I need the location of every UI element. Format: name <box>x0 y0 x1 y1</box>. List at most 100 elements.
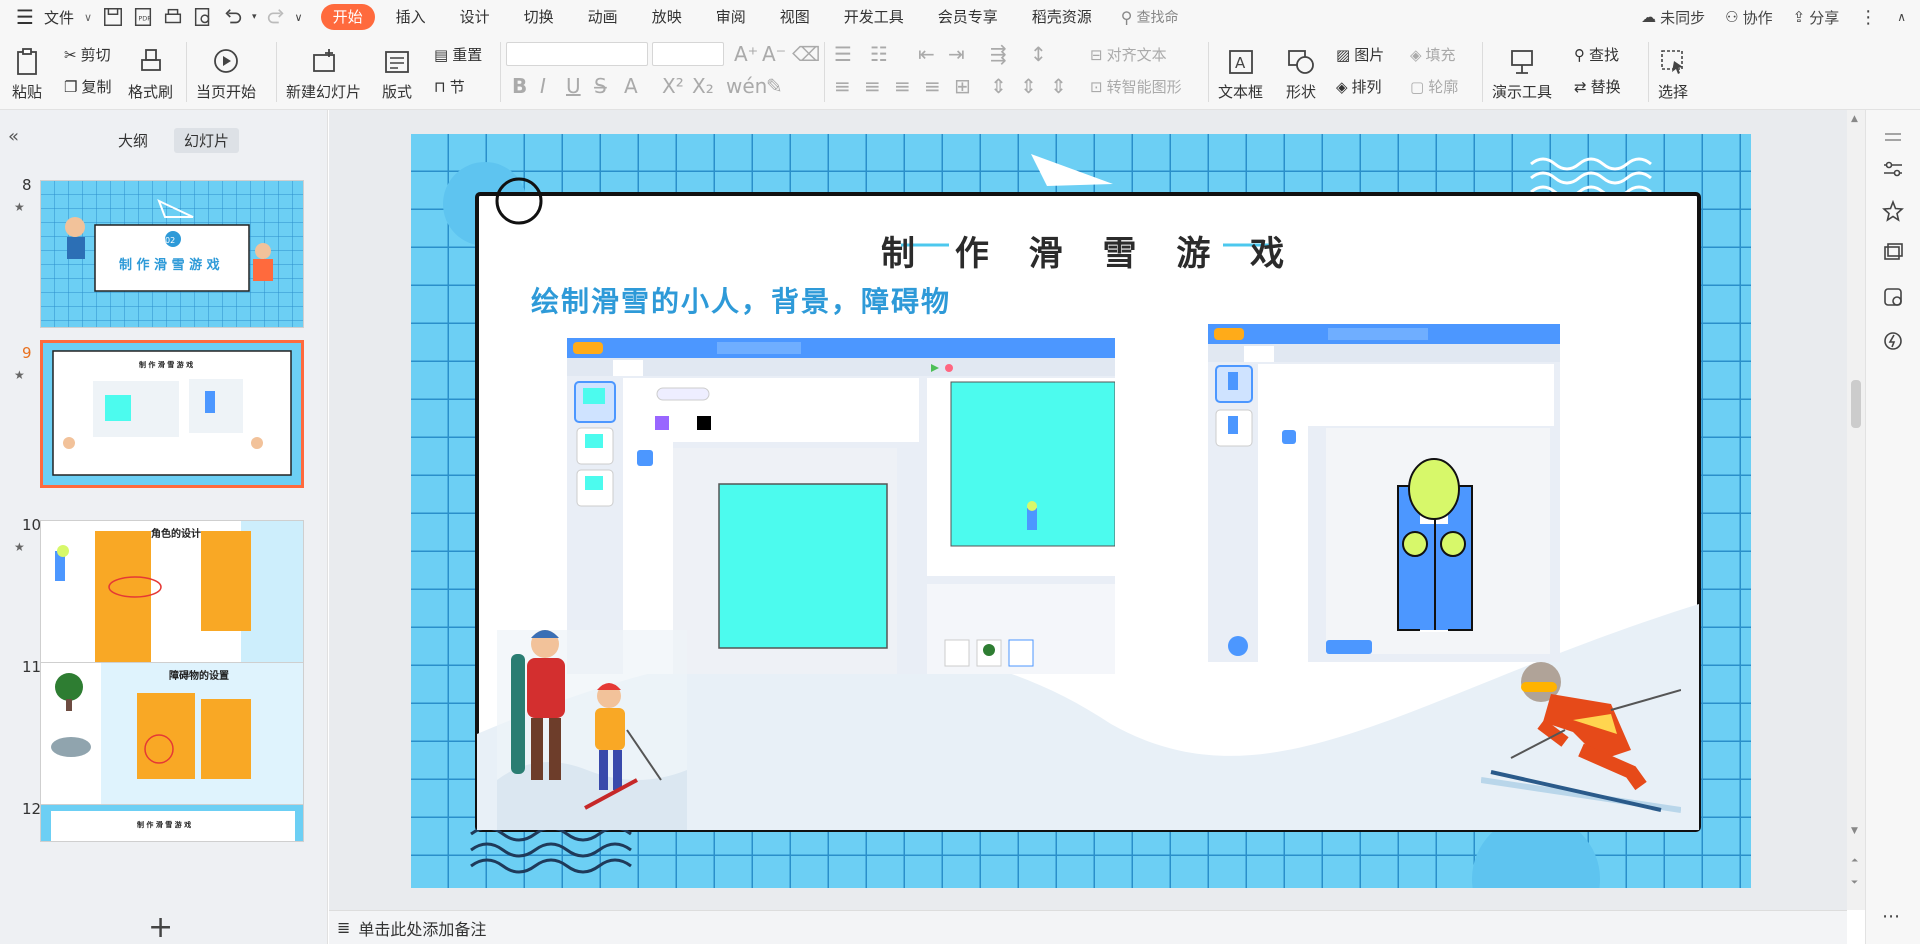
tab-docer[interactable]: 稻壳资源 <box>1015 0 1109 34</box>
tab-developer[interactable]: 开发工具 <box>827 0 921 34</box>
tab-transition[interactable]: 切换 <box>507 0 571 34</box>
picture-tools-icon[interactable] <box>1882 286 1904 308</box>
prev-slide-icon[interactable]: ⏶ <box>1851 856 1858 866</box>
add-slide-icon[interactable]: + <box>148 910 173 945</box>
indent-decrease-icon[interactable]: ⇤ <box>918 42 935 66</box>
font-shrink-icon[interactable]: A⁻ <box>762 42 786 66</box>
print-icon[interactable] <box>162 6 184 28</box>
new-slide-button[interactable]: 新建幻灯片 <box>286 38 361 102</box>
tab-outline[interactable]: 大纲 <box>108 128 158 153</box>
highlight-icon[interactable]: ✎ <box>766 74 783 98</box>
slide-thumbnail[interactable]: 02 制 作 滑 雪 游 戏 <box>40 180 304 328</box>
chevron-down-icon[interactable]: ∨ <box>84 11 92 24</box>
line-spacing-icon[interactable]: ↕ <box>1030 42 1047 66</box>
clear-format-icon[interactable]: ⌫ <box>792 42 820 66</box>
slide-subtitle[interactable]: 绘制滑雪的小人，背景，障碍物 <box>531 280 951 320</box>
scroll-down-icon[interactable]: ▼ <box>1851 826 1858 836</box>
align-right-icon[interactable]: ≡ <box>894 74 911 98</box>
tab-animation[interactable]: 动画 <box>571 0 635 34</box>
align-left-icon[interactable]: ≡ <box>834 74 851 98</box>
reset-button[interactable]: ▤ 重置 <box>434 44 482 65</box>
cut-button[interactable]: ✂ 剪切 <box>64 44 111 65</box>
file-menu[interactable]: 文件 <box>44 7 74 28</box>
smartart-button[interactable]: ⊡ 转智能图形 <box>1090 76 1182 97</box>
align-text-button[interactable]: ⊟ 对齐文本 <box>1090 44 1167 65</box>
section-button[interactable]: ⊓ 节 <box>434 76 465 97</box>
save-icon[interactable] <box>102 6 124 28</box>
redo-icon[interactable] <box>265 6 287 28</box>
export-pdf-icon[interactable]: PDF <box>132 6 154 28</box>
share-button[interactable]: ⇪ 分享 <box>1793 7 1840 28</box>
bold-icon[interactable]: B <box>512 74 527 98</box>
font-name-select[interactable] <box>506 42 648 66</box>
tab-home[interactable]: 开始 <box>320 4 375 30</box>
distribute-icon[interactable]: ⊞ <box>954 74 971 98</box>
vertical-scrollbar[interactable]: ▲ ▼ ⏶ ⏷ <box>1847 110 1865 910</box>
para-spacing3-icon[interactable]: ⇕ <box>1050 74 1067 98</box>
tab-review[interactable]: 审阅 <box>699 0 763 34</box>
font-grow-icon[interactable]: A⁺ <box>734 42 758 66</box>
para-spacing2-icon[interactable]: ⇕ <box>1020 74 1037 98</box>
collapse-panel-icon[interactable]: « <box>8 126 19 147</box>
underline-icon[interactable]: U <box>566 74 581 98</box>
justify-icon[interactable]: ≡ <box>924 74 941 98</box>
present-tools-button[interactable]: 演示工具 <box>1492 38 1552 102</box>
subscript-icon[interactable]: X₂ <box>692 74 714 98</box>
font-color-icon[interactable]: A <box>624 74 638 98</box>
slide-thumbnail-selected[interactable]: 制 作 滑 雪 游 戏 <box>40 340 304 488</box>
indent-increase-icon[interactable]: ⇥ <box>948 42 965 66</box>
slide-title[interactable]: 制 作 滑 雪 游 戏 <box>881 226 1298 275</box>
scroll-up-icon[interactable]: ▲ <box>1851 114 1858 124</box>
customize-toolbar-icon[interactable]: ∨ <box>295 11 303 24</box>
slide-switch-icon[interactable] <box>1882 242 1904 264</box>
tab-view[interactable]: 视图 <box>763 0 827 34</box>
textbox-button[interactable]: A 文本框 <box>1218 38 1263 102</box>
notes-bar[interactable]: ≣ 单击此处添加备注 <box>329 910 1847 944</box>
arrange-button[interactable]: ◈ 排列 <box>1336 76 1382 97</box>
align-center-icon[interactable]: ≡ <box>864 74 881 98</box>
numbering-icon[interactable]: ☷ <box>870 42 888 66</box>
tab-member[interactable]: 会员专享 <box>921 0 1015 34</box>
animation-star-icon[interactable] <box>1882 200 1904 222</box>
replace-button[interactable]: ⇄ 替换 <box>1574 76 1621 97</box>
tab-slideshow[interactable]: 放映 <box>635 0 699 34</box>
sync-status[interactable]: ☁ 未同步 <box>1641 7 1705 28</box>
scratch-editor-screenshot-1[interactable] <box>567 338 1115 674</box>
shape-button[interactable]: 形状 <box>1286 38 1316 102</box>
slide-thumbnail[interactable]: 障碍物的设置 <box>40 662 304 810</box>
superscript-icon[interactable]: X² <box>662 74 684 98</box>
more-options-icon[interactable]: ⋯ <box>1882 906 1900 927</box>
slide-9[interactable]: 制 作 滑 雪 游 戏 绘制滑雪的小人，背景，障碍物 <box>411 134 1751 888</box>
format-painter-button[interactable]: 格式刷 <box>128 38 173 102</box>
slideshow-current-button[interactable]: 当页开始 <box>196 38 256 102</box>
collapse-ribbon-icon[interactable]: ∧ <box>1897 10 1906 24</box>
speed-icon[interactable] <box>1882 330 1904 352</box>
tab-design[interactable]: 设计 <box>443 0 507 34</box>
command-search[interactable]: ⚲ 查找命 <box>1121 7 1179 27</box>
para-spacing-icon[interactable]: ⇕ <box>990 74 1007 98</box>
copy-button[interactable]: ❐ 复制 <box>64 76 111 97</box>
hamburger-icon[interactable]: ☰ <box>16 5 34 29</box>
tab-insert[interactable]: 插入 <box>379 0 443 34</box>
print-preview-icon[interactable] <box>192 6 214 28</box>
phonetic-icon[interactable]: wén <box>726 74 767 98</box>
collab-button[interactable]: ⚇ 协作 <box>1725 7 1772 28</box>
settings-slider-icon[interactable] <box>1882 158 1904 180</box>
layout-button[interactable]: 版式 <box>382 38 412 102</box>
paste-button[interactable]: 粘贴 <box>12 38 42 102</box>
find-button[interactable]: ⚲ 查找 <box>1574 44 1619 65</box>
strikethrough-icon[interactable]: S̶ <box>594 74 607 98</box>
undo-icon[interactable] <box>222 6 244 28</box>
fill-button[interactable]: ◈ 填充 <box>1410 44 1456 65</box>
next-slide-icon[interactable]: ⏷ <box>1851 878 1858 888</box>
undo-dropdown-icon[interactable]: ▾ <box>252 12 257 22</box>
slide-thumbnail[interactable]: 制 作 滑 雪 游 戏 <box>40 804 304 842</box>
tab-slides[interactable]: 幻灯片 <box>174 128 240 153</box>
bullets-icon[interactable]: ☰ <box>834 42 852 66</box>
outline-button[interactable]: ▢ 轮廓 <box>1410 76 1458 97</box>
scratch-editor-screenshot-2[interactable] <box>1208 324 1560 662</box>
picture-button[interactable]: ▨ 图片 <box>1336 44 1384 65</box>
slide-thumbnail[interactable]: 角色的设计 <box>40 520 304 668</box>
drag-handle-icon[interactable] <box>1882 126 1904 148</box>
text-direction-icon[interactable]: ⇶ <box>990 42 1007 66</box>
